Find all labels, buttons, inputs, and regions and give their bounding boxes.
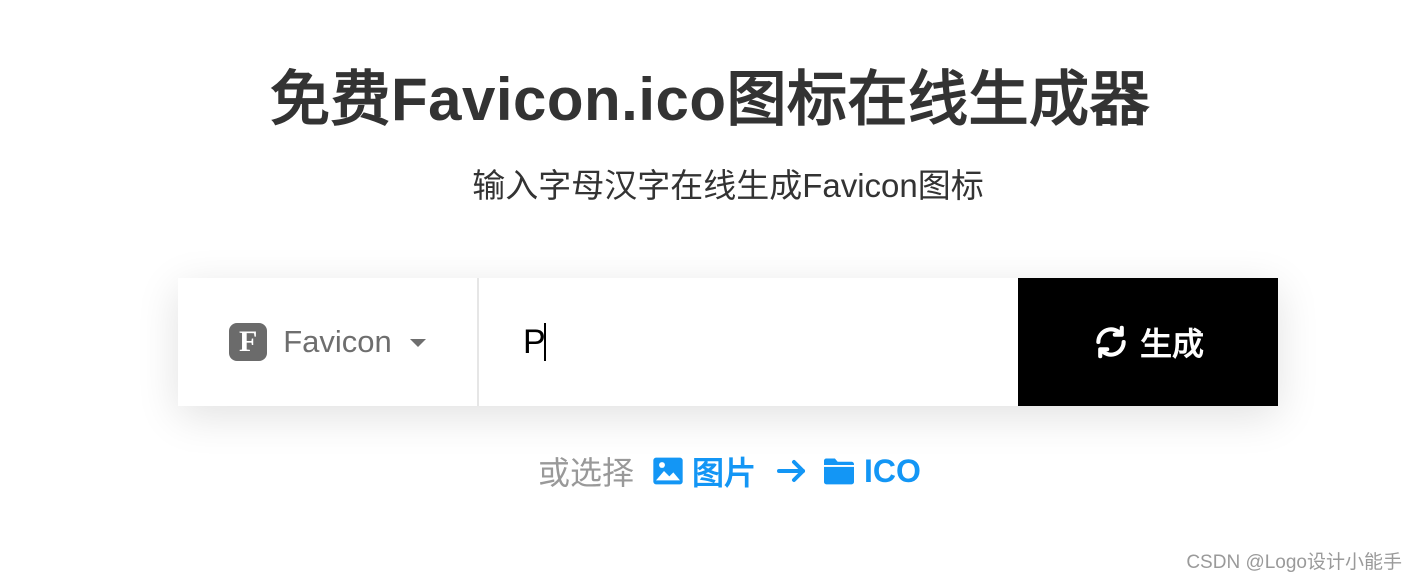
folder-icon bbox=[824, 458, 855, 485]
generator-toolbar: F Favicon 生成 bbox=[178, 278, 1278, 406]
arrow-right-icon bbox=[776, 458, 808, 484]
type-selector-label: Favicon bbox=[283, 324, 392, 359]
alternative-conversion: 或选择 图片 ICO bbox=[538, 448, 921, 494]
image-link[interactable]: 图片 bbox=[652, 448, 756, 494]
type-selector-dropdown[interactable]: F Favicon bbox=[178, 278, 479, 406]
text-input-wrapper bbox=[479, 278, 1018, 406]
alternative-prefix: 或选择 bbox=[538, 455, 635, 491]
generate-button[interactable]: 生成 bbox=[1018, 278, 1278, 406]
ico-link-label: ICO bbox=[864, 452, 921, 489]
image-icon bbox=[653, 457, 683, 485]
ico-link[interactable]: ICO bbox=[822, 453, 921, 490]
generate-button-label: 生成 bbox=[1139, 326, 1204, 362]
page: 免费Favicon.ico图标在线生成器 输入字母汉字在线生成Favicon图标… bbox=[0, 0, 1420, 582]
page-title: 免费Favicon.ico图标在线生成器 bbox=[269, 66, 1151, 133]
favicon-f-icon: F bbox=[229, 323, 268, 361]
chevron-down-icon bbox=[409, 339, 426, 347]
favicon-text-input[interactable] bbox=[479, 278, 1018, 406]
image-link-label: 图片 bbox=[692, 455, 757, 491]
text-cursor bbox=[544, 323, 546, 361]
watermark: CSDN @Logo设计小能手 bbox=[1186, 552, 1402, 573]
refresh-icon bbox=[1096, 325, 1126, 359]
page-subtitle: 输入字母汉字在线生成Favicon图标 bbox=[472, 167, 984, 204]
